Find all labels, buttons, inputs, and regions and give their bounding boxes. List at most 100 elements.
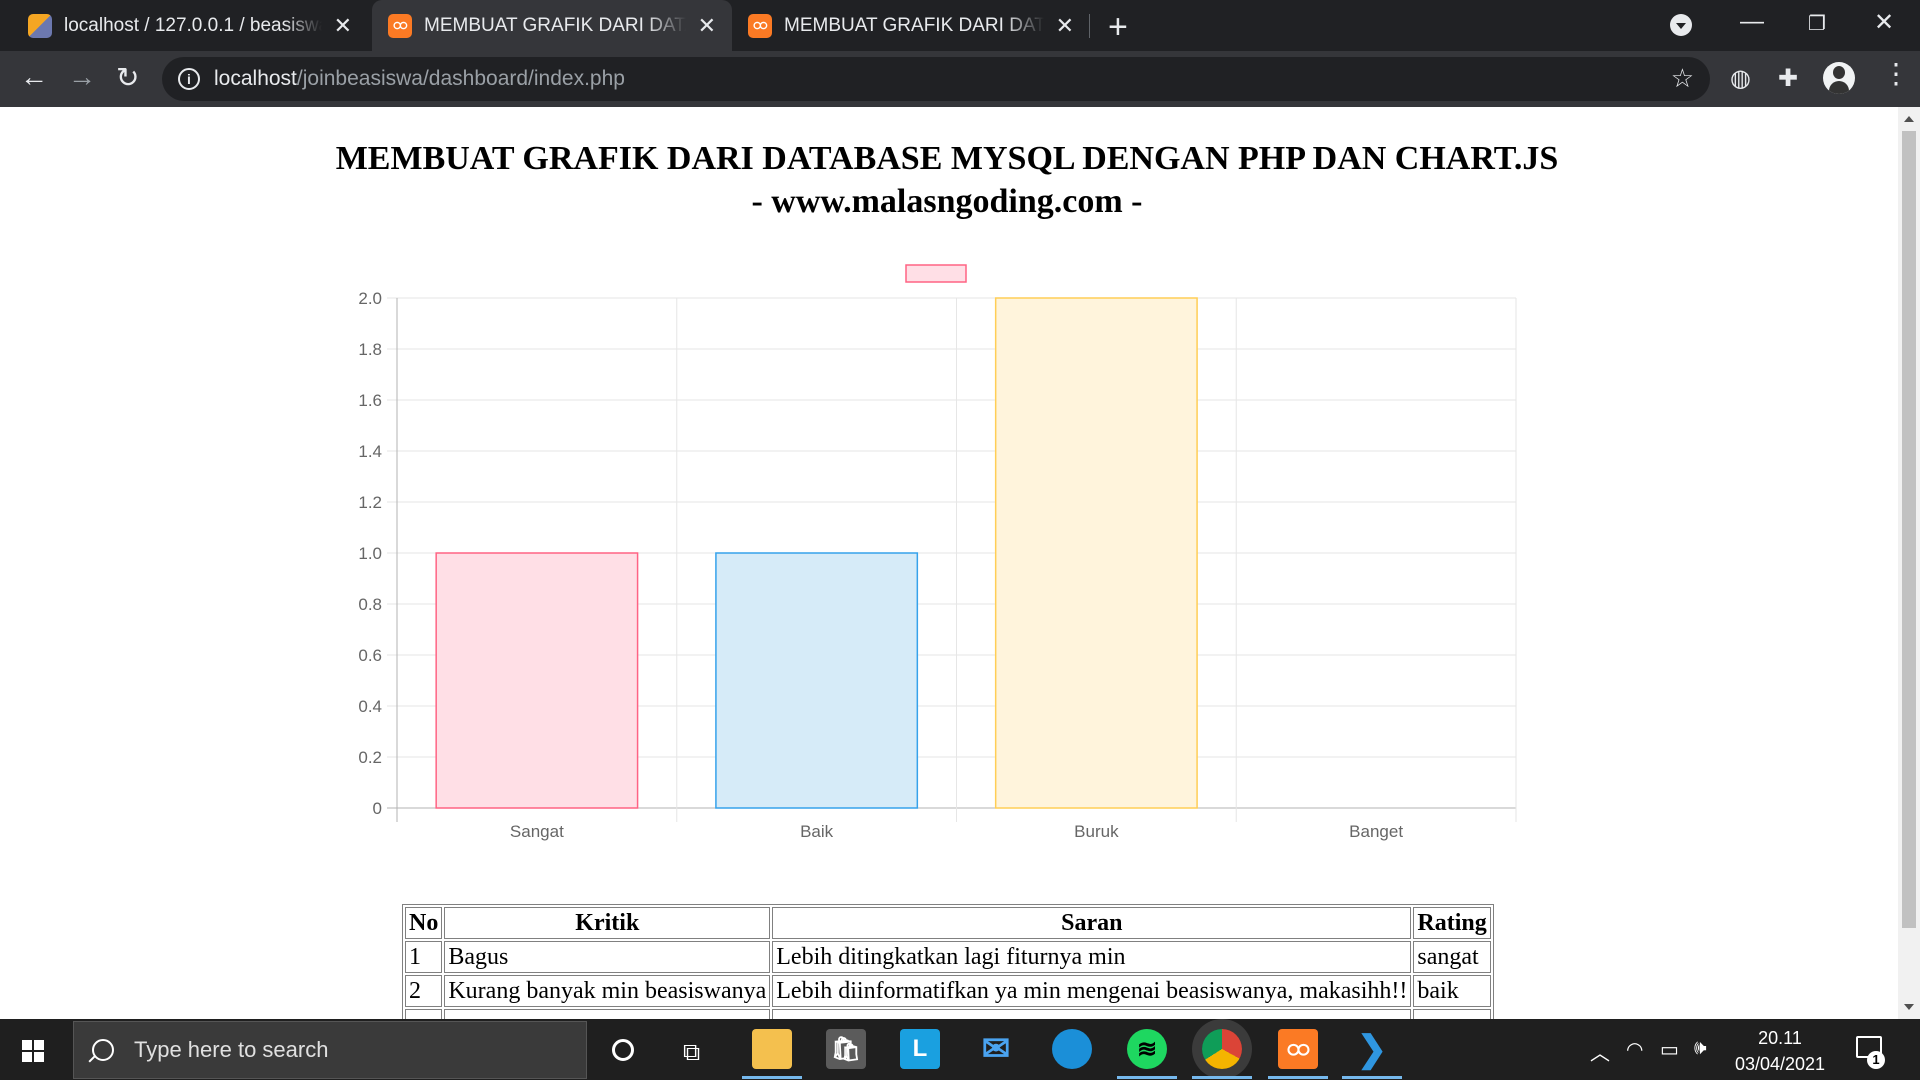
vscode-icon[interactable]: ❯: [1342, 1028, 1402, 1079]
address-bar[interactable]: i localhost/joinbeasiswa/dashboard/index…: [162, 57, 1710, 101]
xampp-icon: ထ: [388, 13, 412, 38]
bar-buruk: [994, 297, 1198, 809]
spotify-icon[interactable]: ≋: [1117, 1029, 1177, 1079]
taskbar-search-box[interactable]: Type here to search: [73, 1021, 587, 1079]
tab-title: localhost / 127.0.0.1 / beasiswaku: [64, 14, 322, 36]
scroll-thumb[interactable]: [1902, 131, 1916, 928]
extensions-puzzle-icon[interactable]: ✚: [1778, 64, 1798, 93]
x-tick-label: Sangat: [510, 822, 564, 841]
volume-icon[interactable]: 🕪: [1694, 1037, 1707, 1060]
tab-phpmyadmin[interactable]: localhost / 127.0.0.1 / beasiswaku ✕: [0, 0, 368, 51]
y-tick-label: 0.2: [358, 748, 382, 767]
x-tick-label: Baik: [800, 822, 834, 841]
y-tick-label: 0.4: [358, 697, 382, 716]
table-row: 1 Bagus Lebih ditingkatkan lagi fiturnya…: [405, 941, 1491, 973]
bar-chart: 2.0 1.8 1.6 1.4 1.2 1.0 0.8 0.6 0.4 0.2 0 Sangat Bai…: [358, 264, 1517, 841]
profile-avatar[interactable]: [1823, 62, 1855, 94]
table-row: [405, 1009, 1491, 1019]
cell-rating: sangat: [1413, 941, 1491, 973]
y-tick-label: 1.8: [358, 340, 382, 359]
tab-grafik-2[interactable]: ထ MEMBUAT GRAFIK DARI DATABASE MYSQL ✕: [732, 0, 1090, 51]
browser-tab-strip: localhost / 127.0.0.1 / beasiswaku ✕ ထ M…: [0, 0, 1920, 51]
scroll-up-arrow-icon[interactable]: [1904, 116, 1914, 122]
tab-close-icon[interactable]: ✕: [698, 13, 716, 39]
translate-globe-icon[interactable]: ◍: [1730, 64, 1751, 93]
bar-baik: [715, 552, 919, 809]
tab-close-icon[interactable]: ✕: [334, 13, 352, 39]
y-tick-label: 1.6: [358, 391, 382, 410]
web-page: MEMBUAT GRAFIK DARI DATABASE MYSQL DENGA…: [0, 107, 1898, 1019]
column-header-rating: Rating: [1413, 907, 1491, 939]
back-arrow-icon[interactable]: ←: [20, 61, 48, 93]
l-app-icon[interactable]: L: [900, 1029, 940, 1069]
y-tick-label: 0: [373, 799, 382, 818]
tab-grafik-active[interactable]: ထ MEMBUAT GRAFIK DARI DATABASE MYSQL ✕: [372, 0, 732, 51]
cell-saran: Lebih diinformatifkan ya min mengenai be…: [772, 975, 1412, 1007]
xampp-icon: ထ: [748, 13, 772, 38]
new-tab-button[interactable]: +: [1108, 8, 1128, 47]
cell-rating: [1413, 1009, 1491, 1019]
legend-swatch: [905, 264, 967, 283]
site-info-icon[interactable]: i: [178, 68, 200, 90]
restore-icon[interactable]: ❐: [1808, 11, 1826, 36]
mail-icon[interactable]: ✉: [976, 1029, 1016, 1069]
tab-title: MEMBUAT GRAFIK DARI DATABASE MYSQL: [784, 14, 1044, 36]
phpmyadmin-icon: [28, 13, 52, 38]
tab-separator: [1089, 14, 1090, 38]
xampp-taskbar-icon[interactable]: ထ: [1268, 1029, 1328, 1079]
y-tick-label: 0.6: [358, 646, 382, 665]
windows-start-icon[interactable]: [22, 1040, 44, 1062]
system-clock[interactable]: 20.11 03/04/2021: [1730, 1025, 1830, 1077]
bar-sangat: [435, 552, 639, 809]
forward-arrow-icon[interactable]: →: [68, 61, 96, 93]
search-placeholder: Type here to search: [134, 1037, 329, 1062]
y-tick-label: 0.8: [358, 595, 382, 614]
feedback-table: No Kritik Saran Rating 1 Bagus Lebih dit…: [402, 904, 1494, 1019]
browser-menu-icon[interactable]: ⋮: [1882, 60, 1910, 88]
column-header-saran: Saran: [772, 907, 1412, 939]
scroll-down-arrow-icon[interactable]: [1904, 1004, 1914, 1010]
notification-count-badge: 1: [1867, 1051, 1885, 1069]
file-explorer-icon[interactable]: [742, 1029, 802, 1079]
tab-title: MEMBUAT GRAFIK DARI DATABASE MYSQL: [424, 14, 686, 36]
chrome-icon[interactable]: [1192, 1029, 1252, 1079]
url-text: localhost/joinbeasiswa/dashboard/index.p…: [214, 67, 625, 91]
reload-icon[interactable]: ↻: [116, 61, 139, 94]
show-hidden-icons-chevron[interactable]: ︿: [1590, 1037, 1610, 1066]
x-tick-label: Buruk: [1074, 822, 1119, 841]
minimize-icon[interactable]: —: [1740, 8, 1764, 36]
windows-taskbar: Type here to search ⧉ 🛍 L ✉ ≋ ထ ❯ ︿ ◠ ▭ …: [0, 1019, 1920, 1080]
cell-no: 1: [405, 941, 443, 973]
cell-kritik: Bagus: [444, 941, 771, 973]
column-header-no: No: [405, 907, 443, 939]
cell-kritik: [444, 1009, 771, 1019]
tab-search-dropdown-icon[interactable]: [1670, 14, 1692, 36]
search-icon: [92, 1039, 114, 1061]
battery-icon[interactable]: ▭: [1660, 1037, 1679, 1062]
column-header-kritik: Kritik: [444, 907, 771, 939]
y-tick-label: 1.4: [358, 442, 382, 461]
clock-time: 20.11: [1758, 1028, 1802, 1048]
cell-no: [405, 1009, 443, 1019]
cell-saran: Lebih ditingkatkan lagi fiturnya min: [772, 941, 1412, 973]
microsoft-store-icon[interactable]: 🛍: [826, 1029, 866, 1069]
clock-date: 03/04/2021: [1734, 1054, 1826, 1074]
url-path: /joinbeasiswa/dashboard/index.php: [296, 67, 625, 90]
tab-close-icon[interactable]: ✕: [1056, 13, 1074, 39]
y-tick-label: 2.0: [358, 289, 382, 308]
edge-browser-icon[interactable]: [1052, 1029, 1092, 1069]
close-window-icon[interactable]: ✕: [1874, 8, 1894, 37]
task-view-icon[interactable]: ⧉: [683, 1039, 700, 1067]
cell-saran: [772, 1009, 1412, 1019]
cell-kritik: Kurang banyak min beasiswanya: [444, 975, 771, 1007]
cortana-icon[interactable]: [612, 1039, 634, 1061]
page-scrollbar[interactable]: [1898, 107, 1920, 1019]
browser-toolbar: ← → ↻ i localhost/joinbeasiswa/dashboard…: [0, 51, 1920, 107]
wifi-icon[interactable]: ◠: [1626, 1037, 1643, 1062]
cell-no: 2: [405, 975, 443, 1007]
bookmark-star-icon[interactable]: ☆: [1671, 63, 1694, 94]
y-tick-label: 1.0: [358, 544, 382, 563]
url-host: localhost: [214, 67, 297, 90]
cell-rating: baik: [1413, 975, 1491, 1007]
table-row: 2 Kurang banyak min beasiswanya Lebih di…: [405, 975, 1491, 1007]
